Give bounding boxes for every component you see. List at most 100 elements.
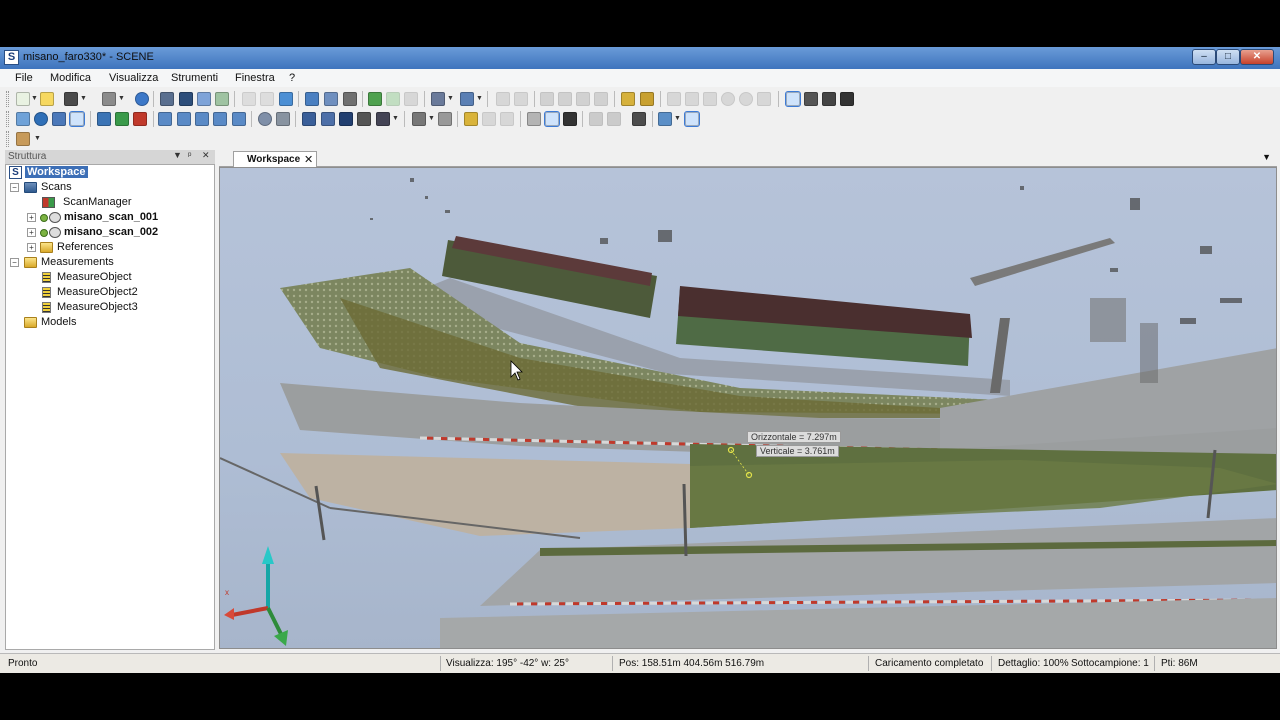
new-project-icon[interactable] xyxy=(16,92,30,106)
list-view-icon[interactable] xyxy=(324,92,338,106)
corner-icon[interactable] xyxy=(757,92,771,106)
clip-reset-icon[interactable] xyxy=(357,112,371,126)
tree-item-measureobject[interactable]: MeasureObject xyxy=(8,271,208,285)
select-icon[interactable] xyxy=(496,92,510,106)
chevron-down-icon[interactable]: ▼ xyxy=(674,112,681,126)
hand-zoom-icon[interactable] xyxy=(576,92,590,106)
menu-strumenti[interactable]: Strumenti xyxy=(171,72,218,84)
cube-view-icon[interactable] xyxy=(684,111,700,127)
line-icon[interactable] xyxy=(685,92,699,106)
expand-icon[interactable]: + xyxy=(27,243,36,252)
polyline-icon[interactable] xyxy=(703,92,717,106)
sphere-view-icon[interactable] xyxy=(34,112,48,126)
point-density-high-icon[interactable] xyxy=(563,112,577,126)
pin-icon[interactable]: ᵖ xyxy=(188,150,191,160)
chevron-down-icon[interactable]: ▼ xyxy=(80,92,87,106)
open-folder-icon[interactable] xyxy=(40,92,54,106)
close-icon[interactable]: ✕ xyxy=(304,153,313,166)
tree-item-models[interactable]: Models xyxy=(8,316,208,330)
ellipse-icon[interactable] xyxy=(739,92,753,106)
app-icon[interactable]: S xyxy=(4,50,19,65)
document-icon[interactable] xyxy=(438,112,452,126)
tree-item-scan-001[interactable]: + misano_scan_001 xyxy=(8,211,208,225)
3d-view-icon[interactable] xyxy=(179,92,193,106)
nav-red-icon[interactable] xyxy=(133,112,147,126)
tab-workspace[interactable]: Workspace ✕ xyxy=(233,151,317,167)
menu-finestra[interactable]: Finestra xyxy=(235,72,275,84)
chevron-down-icon[interactable]: ▼ xyxy=(31,92,38,106)
mesh-icon[interactable] xyxy=(589,112,603,126)
tree-item-workspace[interactable]: S Workspace xyxy=(8,166,208,180)
quick-view-icon[interactable] xyxy=(215,92,229,106)
cut-icon[interactable] xyxy=(242,92,256,106)
save-icon[interactable] xyxy=(64,92,78,106)
chevron-down-icon[interactable]: ▼ xyxy=(34,132,41,146)
maximize-button[interactable]: □ xyxy=(1216,49,1240,65)
cube-back-icon[interactable] xyxy=(177,112,191,126)
nav-green-icon[interactable] xyxy=(115,112,129,126)
cube-top-icon[interactable] xyxy=(232,112,246,126)
circle-icon[interactable] xyxy=(721,92,735,106)
object-icon[interactable] xyxy=(658,112,672,126)
zoom-icon[interactable] xyxy=(258,112,272,126)
redo-icon[interactable] xyxy=(386,92,400,106)
image-tools-icon[interactable] xyxy=(16,132,30,146)
panel-menu-icon[interactable]: ▼ xyxy=(173,150,182,160)
import-icon[interactable] xyxy=(279,92,293,106)
hand-pan-icon[interactable] xyxy=(540,92,554,106)
point-cloud-viewport[interactable]: Orizzontale = 7.297m Verticale = 3.761m … xyxy=(219,167,1277,649)
clip-box-icon[interactable] xyxy=(302,112,316,126)
snapshot-icon[interactable] xyxy=(514,92,528,106)
chevron-down-icon[interactable]: ▼ xyxy=(392,112,399,126)
brush-icon[interactable] xyxy=(594,92,608,106)
hand-rotate-icon[interactable] xyxy=(558,92,572,106)
measure-tool-icon[interactable] xyxy=(632,112,646,126)
clip-move-icon[interactable] xyxy=(339,112,353,126)
filter-icon[interactable] xyxy=(607,112,621,126)
select-single-icon[interactable] xyxy=(785,91,801,107)
measure-ruler-icon[interactable] xyxy=(621,92,635,106)
refresh-icon[interactable] xyxy=(404,92,418,106)
cube-left-icon[interactable] xyxy=(195,112,209,126)
scan-point-icon[interactable] xyxy=(464,112,478,126)
select-add-icon[interactable] xyxy=(804,92,818,106)
tree-item-measureobject3[interactable]: MeasureObject3 xyxy=(8,301,208,315)
tree-item-measureobject2[interactable]: MeasureObject2 xyxy=(8,286,208,300)
tree-item-references[interactable]: + References xyxy=(8,241,208,255)
layer-icon[interactable] xyxy=(376,112,390,126)
planar-view-icon[interactable] xyxy=(305,92,319,106)
close-icon[interactable]: ✕ xyxy=(202,150,210,161)
help-icon[interactable] xyxy=(135,92,149,106)
chevron-down-icon[interactable]: ▼ xyxy=(428,112,435,126)
point-density-medium-icon[interactable] xyxy=(544,111,560,127)
cube-front-icon[interactable] xyxy=(158,112,172,126)
chevron-down-icon[interactable]: ▼ xyxy=(1262,152,1271,162)
target-icon[interactable] xyxy=(482,112,496,126)
expand-icon[interactable]: + xyxy=(27,228,36,237)
grid-icon[interactable] xyxy=(412,112,426,126)
menu-visualizza[interactable]: Visualizza xyxy=(109,72,158,84)
chevron-down-icon[interactable]: ▼ xyxy=(447,92,454,106)
rectangle-select-icon[interactable] xyxy=(667,92,681,106)
close-button[interactable]: ✕ xyxy=(1240,49,1274,65)
expand-icon[interactable]: + xyxy=(27,213,36,222)
measure-point-icon[interactable] xyxy=(640,92,654,106)
walk-icon[interactable] xyxy=(16,112,30,126)
properties-icon[interactable] xyxy=(343,92,357,106)
view-mode-icon[interactable] xyxy=(460,92,474,106)
nav-forward-icon[interactable] xyxy=(97,112,111,126)
tree-item-measurements[interactable]: − Measurements xyxy=(8,256,208,270)
copy-icon[interactable] xyxy=(260,92,274,106)
cube-right-icon[interactable] xyxy=(213,112,227,126)
menu-file[interactable]: File xyxy=(15,72,33,84)
undo-icon[interactable] xyxy=(368,92,382,106)
point-density-low-icon[interactable] xyxy=(527,112,541,126)
toolbar-grip[interactable] xyxy=(6,91,9,107)
planar-mode-icon[interactable] xyxy=(52,112,66,126)
toolbar-grip[interactable] xyxy=(6,111,9,127)
camera-icon[interactable] xyxy=(160,92,174,106)
zoom-mode-icon[interactable] xyxy=(69,111,85,127)
home-view-icon[interactable] xyxy=(197,92,211,106)
chevron-down-icon[interactable]: ▼ xyxy=(476,92,483,106)
tree-item-scan-002[interactable]: + misano_scan_002 xyxy=(8,226,208,240)
